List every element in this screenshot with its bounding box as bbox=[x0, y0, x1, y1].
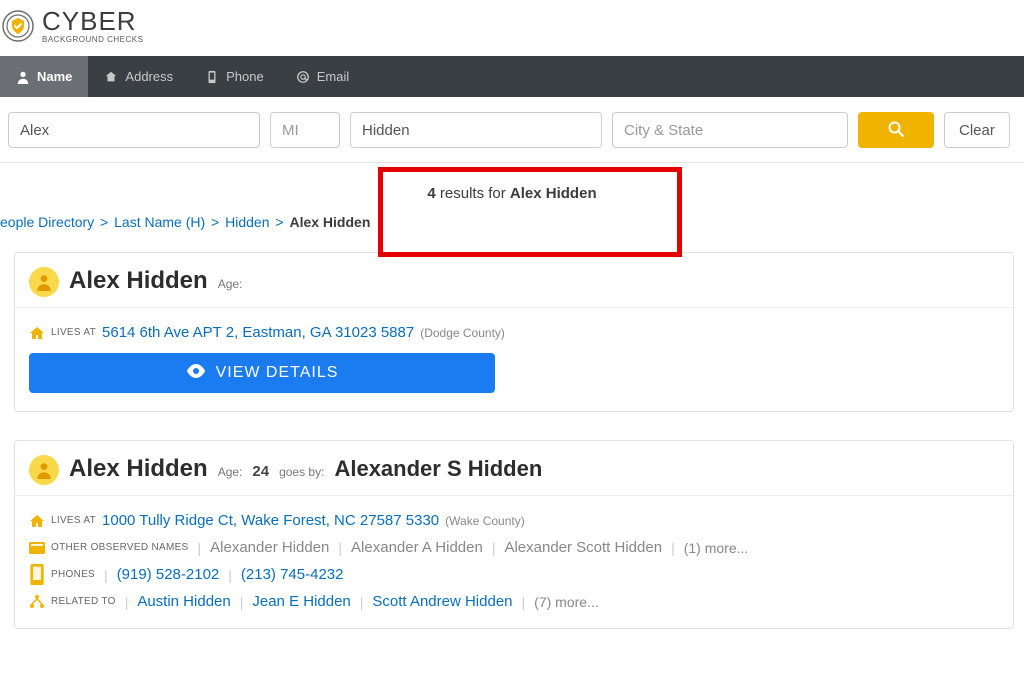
age-label: Age: bbox=[218, 465, 243, 479]
crumb-lastname-letter[interactable]: Last Name (H) bbox=[114, 214, 205, 230]
network-icon bbox=[29, 594, 45, 610]
first-name-input[interactable] bbox=[8, 112, 260, 148]
results-summary: 4 results for Alex Hidden bbox=[0, 163, 1024, 208]
at-icon bbox=[296, 70, 310, 84]
result-query: Alex Hidden bbox=[510, 185, 597, 202]
tab-name[interactable]: Name bbox=[0, 56, 88, 97]
lives-at-label: LIVES AT bbox=[51, 327, 96, 338]
tab-address[interactable]: Address bbox=[88, 56, 189, 97]
age-value: 24 bbox=[252, 463, 269, 480]
phone-icon bbox=[29, 567, 45, 583]
last-name-input[interactable] bbox=[350, 112, 602, 148]
county-label: (Dodge County) bbox=[420, 326, 505, 340]
phone-link[interactable]: (919) 528-2102 bbox=[117, 566, 220, 583]
crumb-lastname[interactable]: Hidden bbox=[225, 214, 269, 230]
alias-name: Alexander Scott Hidden bbox=[504, 539, 662, 556]
brand-logo[interactable]: CYBER BACKGROUND CHECKS bbox=[0, 8, 143, 44]
search-icon bbox=[887, 120, 905, 141]
view-details-button[interactable]: VIEW DETAILS bbox=[29, 353, 495, 393]
search-type-tabs: Name Address Phone Email bbox=[0, 56, 1024, 97]
county-label: (Wake County) bbox=[445, 514, 525, 528]
related-link[interactable]: Scott Andrew Hidden bbox=[372, 593, 512, 610]
related-link[interactable]: Austin Hidden bbox=[137, 593, 230, 610]
id-card-icon bbox=[29, 540, 45, 556]
address-row: LIVES AT 5614 6th Ave APT 2, Eastman, GA… bbox=[29, 324, 999, 341]
tab-label: Email bbox=[317, 69, 350, 84]
related-link[interactable]: Jean E Hidden bbox=[252, 593, 350, 610]
phones-label: PHONES bbox=[51, 569, 95, 580]
result-text: results for bbox=[436, 185, 510, 202]
card-header: Alex Hidden Age: bbox=[15, 253, 1013, 308]
alias-name: Alexander Hidden bbox=[210, 539, 329, 556]
lives-at-label: LIVES AT bbox=[51, 515, 96, 526]
result-card: Alex Hidden Age: 24 goes by: Alexander S… bbox=[14, 440, 1014, 629]
age-label: Age: bbox=[218, 277, 243, 291]
home-icon bbox=[104, 70, 118, 84]
related-row: RELATED TO | Austin Hidden| Jean E Hidde… bbox=[29, 593, 999, 610]
aliases-row: OTHER OBSERVED NAMES | Alexander Hidden|… bbox=[29, 539, 999, 556]
search-button[interactable] bbox=[858, 112, 934, 148]
brand-tagline: BACKGROUND CHECKS bbox=[42, 36, 143, 44]
eye-icon bbox=[186, 364, 206, 383]
breadcrumb: eople Directory > Last Name (H) > Hidden… bbox=[0, 208, 1024, 252]
home-icon bbox=[29, 325, 45, 341]
alias-name: Alexander A Hidden bbox=[351, 539, 483, 556]
person-name[interactable]: Alex Hidden bbox=[69, 267, 208, 295]
alias-more[interactable]: (1) more... bbox=[684, 540, 749, 556]
crumb-current: Alex Hidden bbox=[289, 214, 370, 230]
goes-by-label: goes by: bbox=[279, 465, 324, 479]
home-icon bbox=[29, 513, 45, 529]
address-link[interactable]: 5614 6th Ave APT 2, Eastman, GA 31023 58… bbox=[102, 324, 414, 341]
address-row: LIVES AT 1000 Tully Ridge Ct, Wake Fores… bbox=[29, 512, 999, 529]
card-header: Alex Hidden Age: 24 goes by: Alexander S… bbox=[15, 441, 1013, 496]
related-label: RELATED TO bbox=[51, 596, 116, 607]
other-names-label: OTHER OBSERVED NAMES bbox=[51, 542, 189, 553]
person-avatar-icon bbox=[29, 455, 59, 485]
address-link[interactable]: 1000 Tully Ridge Ct, Wake Forest, NC 275… bbox=[102, 512, 439, 529]
middle-initial-input[interactable] bbox=[270, 112, 340, 148]
goes-by-name: Alexander S Hidden bbox=[334, 456, 542, 482]
page-header: CYBER BACKGROUND CHECKS bbox=[0, 0, 1024, 56]
tab-email[interactable]: Email bbox=[280, 56, 366, 97]
person-icon bbox=[16, 70, 30, 84]
phone-icon bbox=[205, 70, 219, 84]
tab-label: Name bbox=[37, 69, 72, 84]
results-list: Alex Hidden Age: LIVES AT 5614 6th Ave A… bbox=[0, 252, 1024, 629]
result-count: 4 bbox=[427, 185, 435, 202]
tab-label: Phone bbox=[226, 69, 264, 84]
button-label: VIEW DETAILS bbox=[216, 364, 339, 382]
person-avatar-icon bbox=[29, 267, 59, 297]
result-card: Alex Hidden Age: LIVES AT 5614 6th Ave A… bbox=[14, 252, 1014, 412]
person-name[interactable]: Alex Hidden bbox=[69, 455, 208, 483]
crumb-directory[interactable]: eople Directory bbox=[0, 214, 94, 230]
search-bar: Clear bbox=[0, 97, 1024, 163]
logo-icon bbox=[0, 8, 36, 44]
clear-button[interactable]: Clear bbox=[944, 112, 1010, 148]
tab-phone[interactable]: Phone bbox=[189, 56, 280, 97]
phone-link[interactable]: (213) 745-4232 bbox=[241, 566, 344, 583]
phones-row: PHONES | (919) 528-2102| (213) 745-4232 bbox=[29, 566, 999, 583]
city-state-input[interactable] bbox=[612, 112, 848, 148]
tab-label: Address bbox=[125, 69, 173, 84]
brand-name: CYBER bbox=[42, 8, 143, 34]
related-more[interactable]: (7) more... bbox=[534, 594, 599, 610]
